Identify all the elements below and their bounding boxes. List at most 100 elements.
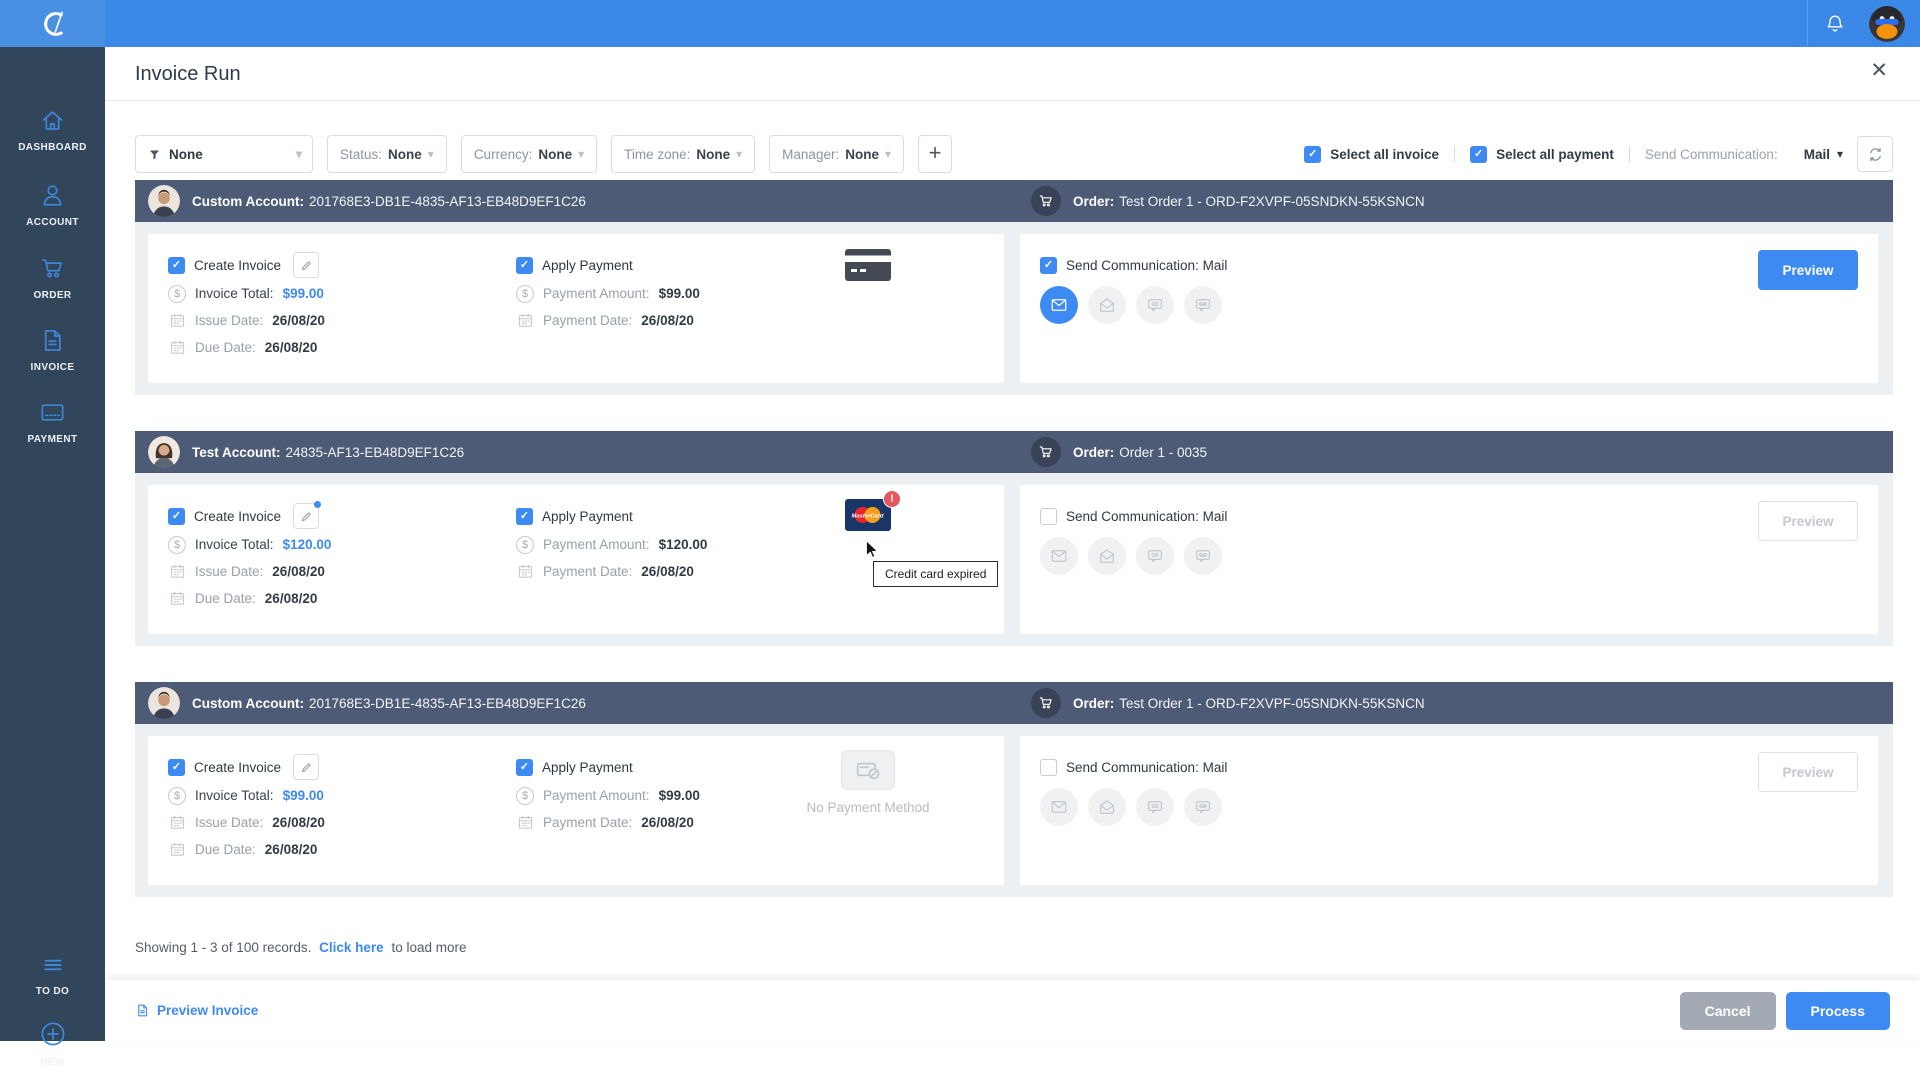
sidebar-item-invoice[interactable]: INVOICE (0, 327, 105, 373)
calendar-icon (168, 590, 186, 607)
edit-invoice-button[interactable] (293, 501, 322, 529)
order-value: Test Order 1 - ORD-F2XVPF-05SNDKN-55KSNC… (1119, 695, 1425, 711)
create-invoice-checkbox[interactable]: ✓ (168, 256, 185, 274)
send-communication-label[interactable]: Send Communication: Mail (1066, 760, 1227, 775)
edit-invoice-button[interactable] (293, 754, 320, 780)
cart-icon (42, 259, 63, 278)
pencil-icon (301, 260, 311, 270)
list-icon (43, 959, 62, 971)
account-label: Custom Account: (192, 193, 304, 209)
voicemail-channel-icon[interactable] (1184, 537, 1222, 575)
no-payment-method-label: No Payment Method (806, 800, 930, 815)
letter-channel-icon[interactable] (1088, 788, 1126, 826)
preview-button[interactable]: Preview (1758, 501, 1858, 541)
check-icon: ✓ (519, 258, 530, 271)
sms-channel-icon[interactable] (1136, 537, 1174, 575)
user-avatar[interactable] (1869, 5, 1905, 42)
sidebar-item-todo[interactable]: TO DO (0, 952, 105, 997)
divider (1454, 146, 1456, 162)
apply-payment-label[interactable]: Apply Payment (542, 760, 633, 775)
voicemail-channel-icon[interactable] (1184, 788, 1222, 826)
sidebar-item-dashboard[interactable]: DASHBOARD (0, 107, 105, 153)
send-communication-label[interactable]: Send Communication: Mail (1066, 509, 1227, 524)
load-more-link[interactable]: Click here (319, 940, 384, 955)
apply-payment-checkbox[interactable]: ✓ (516, 758, 533, 776)
calendar-icon (516, 814, 534, 831)
status-dropdown[interactable]: Status: None ▾ (327, 135, 447, 173)
select-all-payment-checkbox[interactable]: ✓ (1470, 145, 1488, 163)
dollar-icon: $ (516, 786, 534, 805)
calendar-icon (168, 814, 186, 831)
refresh-button[interactable] (1857, 136, 1893, 172)
invoice-payment-panel: ✓ Create Invoice $ Invoice Total: $120.0… (148, 485, 1004, 634)
chevron-down-icon: ▾ (884, 147, 891, 161)
sidebar-item-account[interactable]: ACCOUNT (0, 182, 105, 228)
chevron-down-icon: ▾ (295, 147, 302, 161)
check-icon: ✓ (171, 760, 182, 773)
manager-dropdown[interactable]: Manager: None ▾ (769, 135, 904, 173)
preview-invoice-link[interactable]: Preview Invoice (135, 1003, 258, 1018)
apply-payment-label[interactable]: Apply Payment (542, 258, 633, 273)
sidebar-item-order[interactable]: ORDER (0, 255, 105, 301)
sidebar-item-new[interactable]: NEW (0, 1019, 105, 1068)
send-communication-checkbox[interactable]: ✓ (1040, 256, 1057, 274)
communication-panel: ✓ Send Communication: Mail Preview (1020, 234, 1878, 383)
mail-channel-icon[interactable] (1040, 788, 1078, 826)
sidebar-item-payment[interactable]: PAYMENT (0, 399, 105, 445)
close-icon[interactable]: ✕ (1870, 60, 1888, 81)
communication-panel: Send Communication: Mail Preview (1020, 736, 1878, 885)
voicemail-channel-icon[interactable] (1184, 286, 1222, 324)
app-logo[interactable] (0, 0, 105, 47)
page-title: Invoice Run (135, 63, 241, 85)
order-value: Test Order 1 - ORD-F2XVPF-05SNDKN-55KSNC… (1119, 193, 1425, 209)
sidebar-label: INVOICE (30, 362, 75, 373)
page-header: Invoice Run ✕ (105, 47, 1920, 101)
invoice-total-value: $120.00 (282, 537, 332, 552)
edit-invoice-button[interactable] (293, 252, 320, 278)
filter-dropdown[interactable]: None ▾ (135, 135, 313, 173)
timezone-dropdown[interactable]: Time zone: None ▾ (611, 135, 756, 173)
send-communication-checkbox[interactable] (1040, 758, 1057, 776)
send-communication-label[interactable]: Send Communication: Mail (1066, 258, 1227, 273)
communication-type-dropdown[interactable]: Mail ▾ (1804, 147, 1843, 162)
preview-button[interactable]: Preview (1758, 250, 1858, 290)
create-invoice-label[interactable]: Create Invoice (194, 760, 281, 775)
document-icon (44, 330, 61, 351)
send-communication-checkbox[interactable] (1040, 507, 1057, 525)
calendar-icon (168, 339, 186, 356)
add-filter-button[interactable]: + (918, 135, 952, 173)
order-cart-icon (1031, 688, 1061, 718)
create-invoice-checkbox[interactable]: ✓ (168, 758, 185, 776)
select-all-invoice-label[interactable]: Select all invoice (1330, 147, 1439, 162)
create-invoice-label[interactable]: Create Invoice (194, 509, 281, 524)
communication-panel: Send Communication: Mail Preview (1020, 485, 1878, 634)
sms-channel-icon[interactable] (1136, 286, 1174, 324)
notifications-bell-icon[interactable] (1807, 0, 1861, 47)
records-text: Showing 1 - 3 of 100 records. (135, 940, 312, 955)
chevron-down-icon: ▾ (427, 147, 434, 161)
preview-button[interactable]: Preview (1758, 752, 1858, 792)
process-button[interactable]: Process (1785, 991, 1890, 1030)
payment-method: No Payment Method (793, 750, 943, 815)
apply-payment-checkbox[interactable]: ✓ (516, 256, 533, 274)
apply-payment-label[interactable]: Apply Payment (542, 509, 633, 524)
mastercard-icon[interactable]: MasterCard ! (845, 490, 901, 531)
cancel-button[interactable]: Cancel (1679, 991, 1776, 1030)
select-all-payment-label[interactable]: Select all payment (1496, 147, 1614, 162)
create-invoice-checkbox[interactable]: ✓ (168, 507, 185, 525)
letter-channel-icon[interactable] (1088, 537, 1126, 575)
sms-channel-icon[interactable] (1136, 788, 1174, 826)
sidebar-label: TO DO (35, 986, 70, 997)
select-all-invoice-checkbox[interactable]: ✓ (1304, 145, 1322, 163)
apply-payment-checkbox[interactable]: ✓ (516, 507, 533, 525)
account-label: Custom Account: (192, 695, 304, 711)
invoice-payment-panel: ✓ Create Invoice $ Invoice Total: $99.00 (148, 736, 1004, 885)
mail-channel-icon[interactable] (1040, 537, 1078, 575)
mail-channel-icon[interactable] (1040, 286, 1078, 324)
letter-channel-icon[interactable] (1088, 286, 1126, 324)
bottom-action-bar: Preview Invoice Cancel Process (105, 980, 1920, 1041)
account-value: 201768E3-DB1E-4835-AF13-EB48D9EF1C26 (309, 193, 586, 209)
currency-dropdown[interactable]: Currency: None ▾ (460, 135, 598, 173)
account-avatar (148, 436, 180, 468)
create-invoice-label[interactable]: Create Invoice (194, 258, 281, 273)
